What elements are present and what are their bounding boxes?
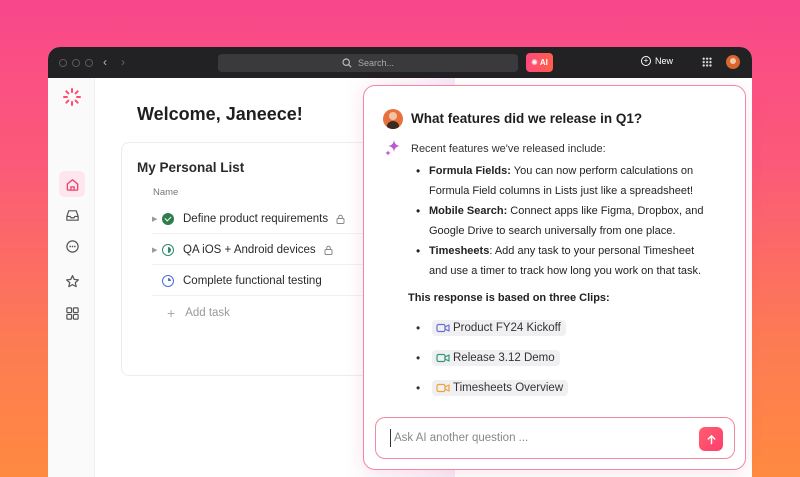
clip-item: • Release 3.12 Demo xyxy=(416,348,560,368)
clip-label: Timesheets Overview xyxy=(453,382,564,394)
bullet: • xyxy=(416,351,421,365)
clip-item: • Timesheets Overview xyxy=(416,378,569,398)
lock-icon xyxy=(324,245,333,255)
feature-text: : Add any task to your personal Timeshee… xyxy=(489,245,695,257)
sidebar-item-home[interactable] xyxy=(59,171,85,197)
apps-icon xyxy=(65,306,79,320)
close-window-dot[interactable] xyxy=(59,59,67,67)
video-clip-icon xyxy=(436,383,450,393)
ask-ai-input[interactable] xyxy=(390,429,690,447)
task-row[interactable]: Complete functional testing xyxy=(152,271,322,291)
clip-label: Product FY24 Kickoff xyxy=(453,322,561,334)
bullet: • xyxy=(416,381,421,395)
task-name[interactable]: QA iOS + Android devices xyxy=(183,244,316,256)
ask-ai-box xyxy=(375,417,735,459)
new-button-label: New xyxy=(655,56,674,66)
ai-sparkle-icon xyxy=(385,140,400,156)
page-title: Welcome, Janeece! xyxy=(137,104,303,124)
search-placeholder: Search... xyxy=(357,58,395,68)
home-icon xyxy=(66,178,78,191)
search-bar[interactable]: Search... xyxy=(218,54,518,72)
sources-heading: This response is based on three Clips: xyxy=(408,292,610,304)
feature-list: Formula Fields: You can now perform calc… xyxy=(416,161,726,281)
maximize-window-dot[interactable] xyxy=(85,59,93,67)
feature-item: Mobile Search: Connect apps like Figma, … xyxy=(416,201,726,241)
feature-item: Formula Fields: You can now perform calc… xyxy=(416,161,726,201)
forward-arrow-icon[interactable]: › xyxy=(121,55,125,69)
task-name[interactable]: Define product requirements xyxy=(183,213,328,225)
column-header-name: Name xyxy=(153,187,179,198)
list-title: My Personal List xyxy=(137,160,245,175)
feature-text: Connect apps like Figma, Dropbox, and xyxy=(507,205,704,217)
expand-caret-icon[interactable]: ▶ xyxy=(152,215,162,223)
sidebar-item-chat[interactable] xyxy=(59,233,85,259)
bullet: • xyxy=(416,321,421,335)
feature-title: Formula Fields: xyxy=(429,165,511,177)
chat-icon xyxy=(65,239,79,253)
apps-grid-icon[interactable] xyxy=(702,57,712,67)
feature-text: and use a timer to track how long you wo… xyxy=(429,265,702,277)
search-icon xyxy=(342,58,352,68)
status-in-progress-icon[interactable] xyxy=(162,244,174,256)
clip-chip[interactable]: Product FY24 Kickoff xyxy=(432,320,566,336)
ai-sparkle-icon: ✺ xyxy=(531,58,538,67)
ai-response-intro: Recent features we've released include: xyxy=(411,143,606,155)
ai-button[interactable]: ✺ AI xyxy=(526,53,553,72)
window-controls xyxy=(59,59,93,67)
back-arrow-icon[interactable]: ‹ xyxy=(103,55,107,69)
minimize-window-dot[interactable] xyxy=(72,59,80,67)
feature-text: You can now perform calculations on xyxy=(510,165,694,177)
ai-chat-panel: What features did we release in Q1? Rece… xyxy=(363,85,746,470)
clip-chip[interactable]: Timesheets Overview xyxy=(432,380,569,396)
task-row[interactable]: ▶ Define product requirements xyxy=(152,209,345,229)
send-button[interactable] xyxy=(699,427,723,451)
plus-icon: + xyxy=(167,305,176,321)
clip-label: Release 3.12 Demo xyxy=(453,352,555,364)
user-avatar xyxy=(383,109,403,129)
task-row[interactable]: ▶ QA iOS + Android devices xyxy=(152,240,333,260)
top-bar: ‹ › Search... ✺ AI + New xyxy=(48,47,752,78)
sidebar-item-inbox[interactable] xyxy=(59,202,85,228)
ai-button-label: AI xyxy=(539,58,548,67)
add-task-label: Add task xyxy=(185,307,230,319)
expand-caret-icon[interactable]: ▶ xyxy=(152,246,162,254)
sidebar-item-favorites[interactable] xyxy=(59,268,85,294)
video-clip-icon xyxy=(436,323,450,333)
inbox-icon xyxy=(65,209,79,221)
status-complete-icon[interactable] xyxy=(162,213,174,225)
user-avatar[interactable] xyxy=(726,55,740,69)
lock-icon xyxy=(336,214,345,224)
task-name[interactable]: Complete functional testing xyxy=(183,275,322,287)
sidebar xyxy=(48,78,95,477)
user-question: What features did we release in Q1? xyxy=(411,111,643,126)
plus-circle-icon: + xyxy=(641,56,651,66)
arrow-up-icon xyxy=(707,434,715,444)
star-icon xyxy=(65,274,79,287)
feature-item: Timesheets: Add any task to your persona… xyxy=(416,241,726,281)
status-todo-icon[interactable] xyxy=(162,275,174,287)
clip-item: • Product FY24 Kickoff xyxy=(416,318,566,338)
feature-title: Mobile Search: xyxy=(429,205,508,217)
new-button[interactable]: + New xyxy=(641,56,673,66)
feature-title: Timesheets xyxy=(429,245,490,257)
feature-text: Formula Field columns in Lists just like… xyxy=(429,185,694,197)
sidebar-item-spaces[interactable] xyxy=(59,300,85,326)
video-clip-icon xyxy=(436,353,450,363)
add-task-button[interactable]: + Add task xyxy=(167,305,230,321)
feature-text: Google Drive to search universally from … xyxy=(429,225,676,237)
clickup-logo-icon[interactable] xyxy=(62,87,82,107)
clip-chip[interactable]: Release 3.12 Demo xyxy=(432,350,560,366)
